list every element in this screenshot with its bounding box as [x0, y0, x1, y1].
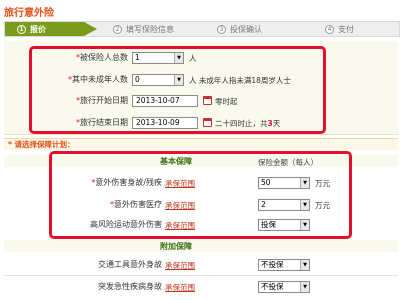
- step-number: 3: [217, 24, 226, 34]
- coverage-label-acute-illness-death: 突发急性疾病身故: [98, 282, 162, 291]
- plan-section-header: * 请选择保障计划：: [4, 138, 398, 150]
- page-title: 旅行意外险: [4, 8, 54, 19]
- step-label: 投保确认: [230, 24, 262, 34]
- transport-death-select[interactable]: 不投保 ▼: [258, 259, 310, 271]
- step-number: 4: [325, 24, 334, 34]
- step-label: 报价: [30, 24, 46, 34]
- additional-coverage-header: [4, 240, 398, 252]
- coverage-scope-link[interactable]: 承保范围: [165, 282, 195, 293]
- step-label: 支付: [338, 24, 354, 34]
- acute-illness-death-select[interactable]: 不投保 ▼: [258, 281, 310, 293]
- row-divider: [4, 275, 398, 276]
- step-bar: 1 报价 2 填写保险信息 3 投保确认 4 支付: [4, 21, 400, 37]
- highlight-box: [49, 151, 352, 239]
- step-3: 3 投保确认: [217, 22, 262, 36]
- step-1: 1 报价: [5, 22, 97, 36]
- chevron-down-icon: ▼: [300, 282, 309, 292]
- step-label: 填写保险信息: [126, 24, 174, 34]
- step-number: 2: [113, 24, 122, 34]
- coverage-scope-link[interactable]: 承保范围: [165, 260, 195, 271]
- additional-coverage-title: 附加保障: [160, 242, 192, 251]
- step-number: 1: [17, 24, 26, 34]
- highlight-box: [29, 46, 326, 134]
- coverage-label-transport-death: 交通工具意外身故: [98, 260, 162, 269]
- step-4: 4 支付: [325, 22, 354, 36]
- step-2: 2 填写保险信息: [113, 22, 174, 36]
- chevron-down-icon: ▼: [300, 260, 309, 270]
